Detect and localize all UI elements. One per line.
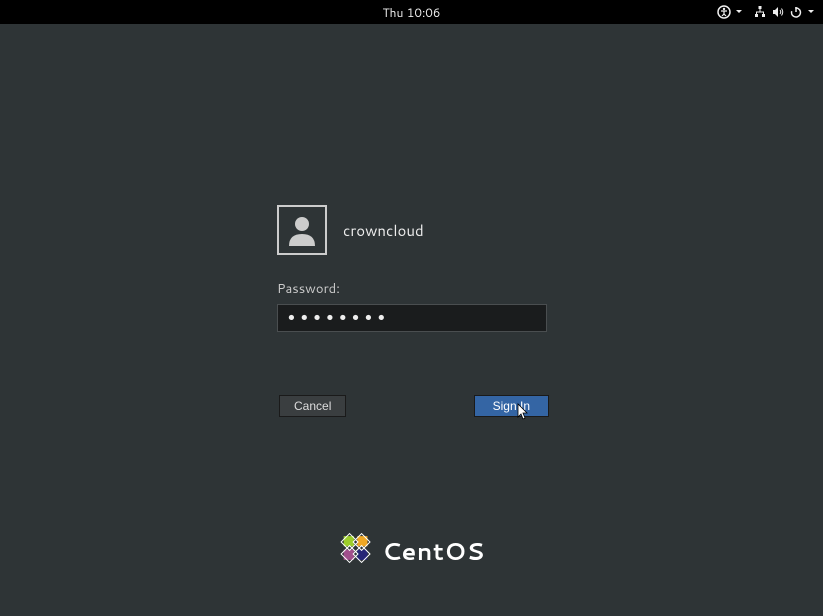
network-icon <box>753 5 767 19</box>
chevron-down-icon <box>735 8 743 16</box>
login-form: crowncloud Password: <box>277 205 547 332</box>
chevron-down-icon <box>807 8 815 16</box>
branding-text: CentOS <box>382 534 485 568</box>
username-label: crowncloud <box>343 220 424 241</box>
password-label: Password: <box>277 280 547 298</box>
avatar <box>277 205 327 255</box>
centos-logo-icon <box>338 531 372 571</box>
branding: CentOS <box>338 531 485 571</box>
password-input[interactable] <box>277 304 547 332</box>
buttons-row: Cancel Sign In <box>279 395 549 417</box>
accessibility-icon <box>717 5 731 19</box>
clock[interactable]: Thu 10:06 <box>382 4 440 21</box>
accessibility-menu[interactable] <box>717 5 743 19</box>
user-row: crowncloud <box>277 205 547 255</box>
top-panel: Thu 10:06 <box>0 0 823 24</box>
cancel-button[interactable]: Cancel <box>279 395 346 417</box>
signin-button[interactable]: Sign In <box>474 395 549 417</box>
power-icon <box>789 5 803 19</box>
topbar-right-group <box>717 5 815 19</box>
user-icon <box>284 212 320 248</box>
system-menu[interactable] <box>753 5 815 19</box>
volume-icon <box>771 5 785 19</box>
